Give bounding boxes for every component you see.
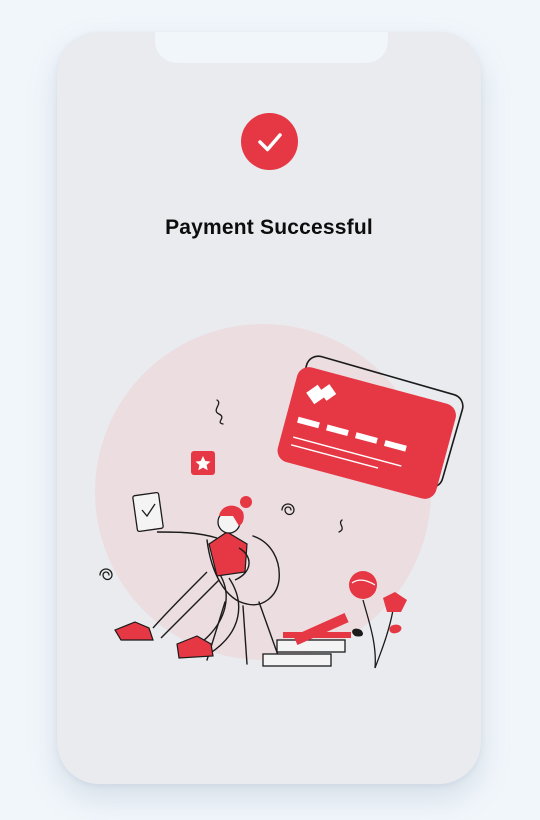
payment-illustration xyxy=(95,324,464,669)
phone-frame: Payment Successful xyxy=(57,32,481,784)
star-badge-icon xyxy=(191,451,215,475)
